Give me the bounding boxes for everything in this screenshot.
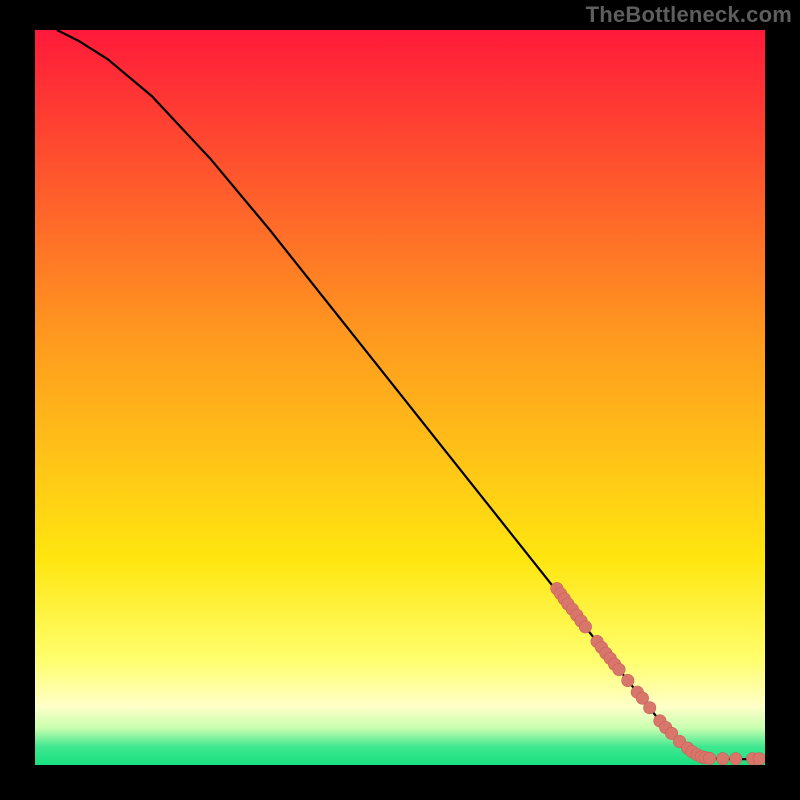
data-point (753, 753, 765, 765)
plot-area (35, 30, 765, 765)
data-point (703, 752, 715, 764)
data-point (717, 753, 729, 765)
data-point (622, 674, 634, 686)
chart-svg (35, 30, 765, 765)
data-point (579, 621, 591, 633)
gradient-background (35, 30, 765, 765)
data-point (613, 663, 625, 675)
data-point (730, 753, 742, 765)
watermark-text: TheBottleneck.com (586, 2, 792, 28)
chart-frame: TheBottleneck.com (0, 0, 800, 800)
data-point (644, 702, 656, 714)
